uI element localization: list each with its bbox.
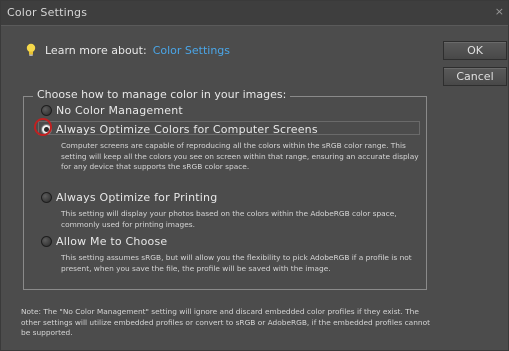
option-optimize-printing[interactable]: Always Optimize for Printing [41, 191, 217, 204]
lightbulb-icon [26, 43, 36, 56]
group-legend: Choose how to manage color in your image… [33, 88, 291, 101]
close-icon[interactable]: × [495, 5, 504, 18]
option-optimize-computer-screens[interactable]: Always Optimize Colors for Computer Scre… [41, 123, 318, 136]
option-label: Allow Me to Choose [56, 235, 168, 248]
option-no-color-management[interactable]: No Color Management [41, 104, 183, 117]
option-description: Computer screens are capable of reproduc… [61, 141, 419, 171]
learn-more-row: Learn more about: Color Settings [25, 43, 230, 57]
radio-no-color-management[interactable] [41, 105, 52, 116]
option-label: No Color Management [56, 104, 183, 117]
option-allow-me-to-choose[interactable]: Allow Me to Choose [41, 235, 167, 248]
radio-optimize-printing[interactable] [41, 192, 52, 203]
cancel-button[interactable]: Cancel [443, 67, 507, 86]
window-title: Color Settings [7, 6, 88, 19]
note-text: Note: The "No Color Management" setting … [21, 307, 430, 337]
color-settings-dialog: Color Settings × Learn more about: Color… [0, 0, 509, 351]
radio-allow-me-to-choose[interactable] [41, 236, 52, 247]
option-label: Always Optimize Colors for Computer Scre… [56, 123, 318, 136]
red-highlight-circle [34, 118, 52, 136]
color-settings-help-link[interactable]: Color Settings [153, 44, 230, 57]
learn-more-label: Learn more about: [45, 43, 147, 57]
option-label: Always Optimize for Printing [56, 191, 218, 204]
ok-button[interactable]: OK [443, 41, 507, 60]
title-bar: Color Settings × [1, 1, 508, 26]
option-description: This setting will display your photos ba… [61, 209, 397, 229]
option-description: This setting assumes sRGB, but will allo… [61, 253, 412, 273]
